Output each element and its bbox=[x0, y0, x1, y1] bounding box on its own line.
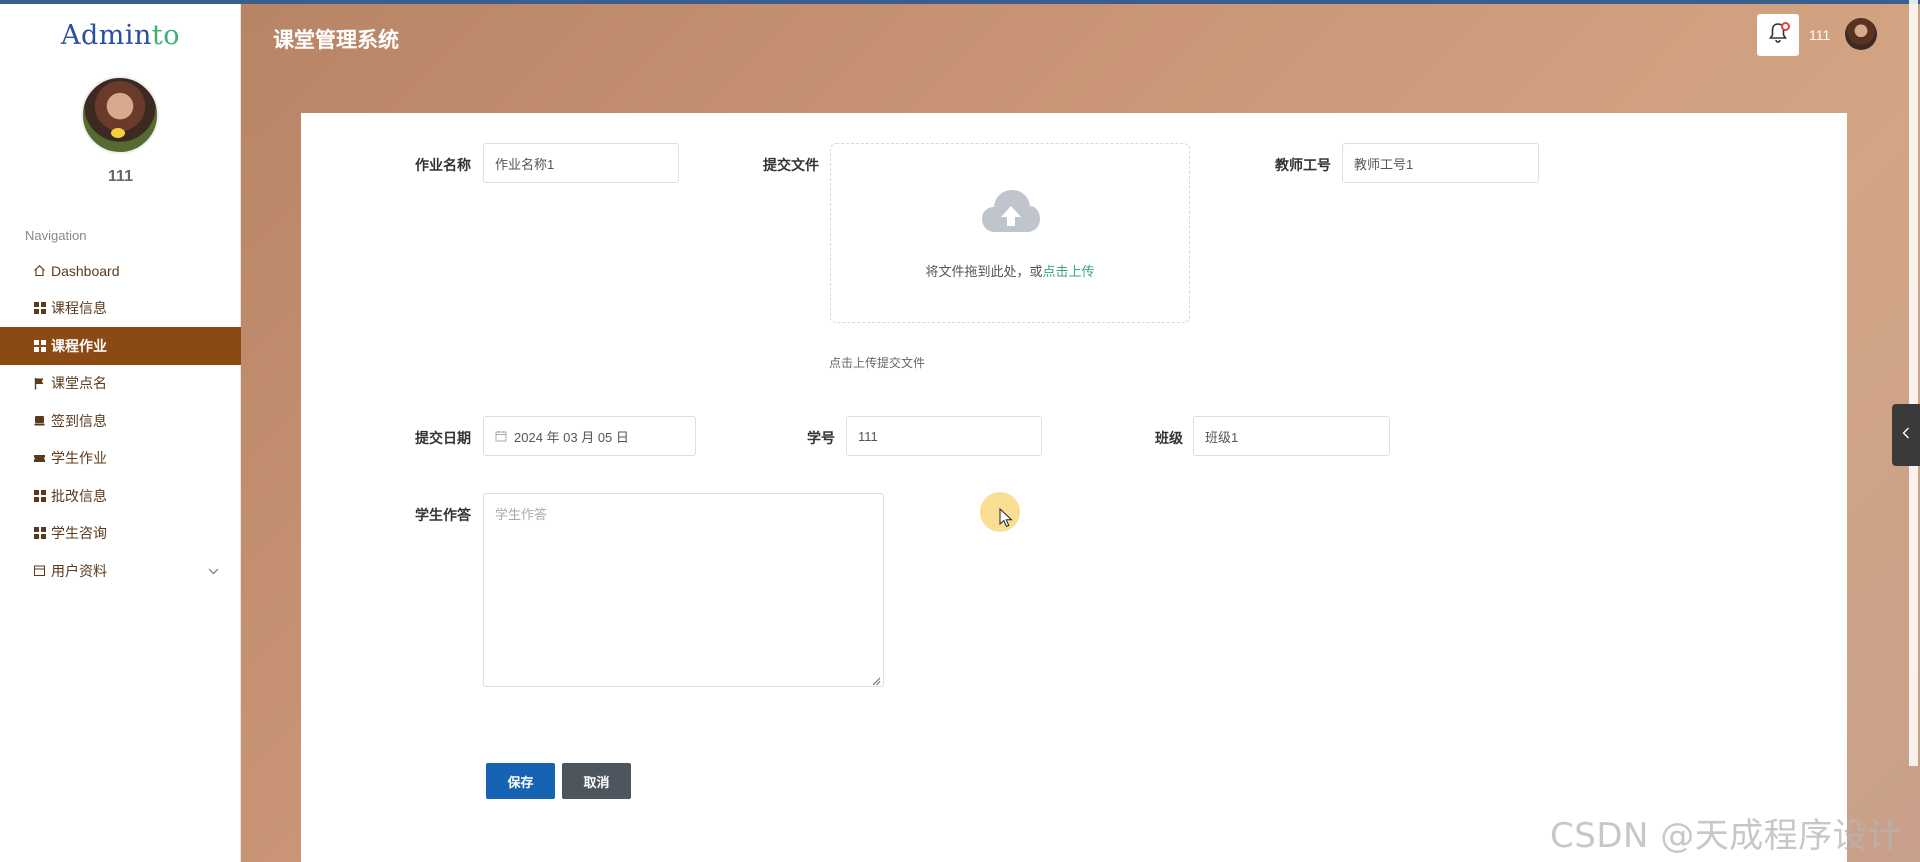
form-card: 作业名称 作业名称1 提交文件 将文件拖到此处，或点击上传 点击上传提交文件 教… bbox=[301, 113, 1847, 862]
sidebar-item-label: 用户资料 bbox=[51, 562, 107, 579]
homework-name-input[interactable]: 作业名称1 bbox=[483, 143, 679, 183]
chevron-left-icon bbox=[1902, 426, 1910, 444]
sidebar-avatar bbox=[81, 76, 159, 154]
grid-icon bbox=[33, 489, 46, 502]
student-no-label: 学号 bbox=[807, 430, 835, 446]
sidebar-item-label: 课程作业 bbox=[51, 337, 107, 354]
sidebar-item-label: 签到信息 bbox=[51, 412, 107, 429]
right-panel-toggle[interactable] bbox=[1892, 404, 1920, 466]
sidebar-item-student-consult[interactable]: 学生咨询 bbox=[0, 515, 241, 553]
grid-icon bbox=[33, 339, 46, 352]
header-username[interactable]: 111 bbox=[1809, 27, 1830, 43]
inbox-icon bbox=[33, 414, 46, 427]
student-answer-label: 学生作答 bbox=[415, 507, 471, 523]
student-answer-placeholder: 学生作答 bbox=[495, 507, 548, 522]
click-upload-link[interactable]: 点击上传 bbox=[1043, 264, 1095, 279]
sidebar-item-grading[interactable]: 批改信息 bbox=[0, 477, 241, 515]
sidebar-item-label: 学生作业 bbox=[51, 450, 107, 467]
page-title: 课堂管理系统 bbox=[273, 29, 399, 52]
upload-instruction: 将文件拖到此处，或点击上传 bbox=[925, 264, 1095, 279]
sidebar: Adminto 111 Navigation Dashboard 课程信息 课程… bbox=[0, 4, 241, 862]
sidebar-item-user-profile[interactable]: 用户资料 bbox=[0, 552, 241, 590]
class-label: 班级 bbox=[1155, 430, 1183, 446]
sidebar-item-label: 学生咨询 bbox=[51, 525, 107, 542]
nav-heading: Navigation bbox=[25, 228, 87, 243]
sidebar-item-label: Dashboard bbox=[51, 262, 120, 279]
chevron-down-icon[interactable] bbox=[208, 564, 219, 578]
sidebar-username: 111 bbox=[108, 168, 133, 185]
calendar-icon bbox=[495, 430, 507, 442]
grid-icon bbox=[33, 302, 46, 315]
upload-hint: 点击上传提交文件 bbox=[829, 356, 926, 370]
mouse-pointer-icon bbox=[999, 507, 1013, 533]
submit-date-value: 2024 年 03 月 05 日 bbox=[514, 429, 629, 445]
sidebar-item-course-homework[interactable]: 课程作业 bbox=[0, 327, 241, 365]
sidebar-item-dashboard[interactable]: Dashboard bbox=[0, 252, 241, 290]
sidebar-item-sign-in[interactable]: 签到信息 bbox=[0, 402, 241, 440]
cancel-button[interactable]: 取消 bbox=[562, 763, 631, 799]
header-avatar[interactable] bbox=[1845, 18, 1877, 50]
resize-handle-icon[interactable] bbox=[871, 674, 881, 686]
app-logo[interactable]: Adminto bbox=[0, 20, 241, 51]
sidebar-nav: Dashboard 课程信息 课程作业 课堂点名 签到信息 学生作业 批改信息 … bbox=[0, 252, 241, 590]
sidebar-item-roll-call[interactable]: 课堂点名 bbox=[0, 365, 241, 403]
home-icon bbox=[33, 264, 46, 277]
notification-dot bbox=[1781, 22, 1790, 31]
sidebar-item-label: 课程信息 bbox=[51, 300, 107, 317]
teacher-id-input[interactable]: 教师工号1 bbox=[1342, 143, 1539, 183]
sidebar-item-course-info[interactable]: 课程信息 bbox=[0, 290, 241, 328]
calendar-icon bbox=[33, 564, 46, 577]
notification-button[interactable] bbox=[1757, 14, 1799, 56]
sidebar-item-label: 批改信息 bbox=[51, 487, 107, 504]
submit-date-picker[interactable]: 2024 年 03 月 05 日 bbox=[483, 416, 696, 456]
page-scrollbar[interactable] bbox=[1909, 0, 1918, 766]
teacher-id-label: 教师工号 bbox=[1275, 157, 1331, 173]
save-button[interactable]: 保存 bbox=[486, 763, 555, 799]
class-input[interactable]: 班级1 bbox=[1193, 416, 1390, 456]
ticket-icon bbox=[33, 452, 46, 465]
homework-name-label: 作业名称 bbox=[415, 157, 471, 173]
grid-icon bbox=[33, 527, 46, 540]
cloud-upload-icon bbox=[981, 188, 1041, 239]
submit-date-label: 提交日期 bbox=[415, 430, 471, 446]
flag-icon bbox=[33, 377, 46, 390]
file-upload-dropzone[interactable]: 将文件拖到此处，或点击上传 bbox=[830, 143, 1190, 323]
student-answer-textarea[interactable]: 学生作答 bbox=[483, 493, 884, 687]
student-no-input[interactable]: 111 bbox=[846, 416, 1042, 456]
sidebar-item-student-homework[interactable]: 学生作业 bbox=[0, 440, 241, 478]
sidebar-item-label: 课堂点名 bbox=[51, 375, 107, 392]
submit-file-label: 提交文件 bbox=[763, 157, 819, 173]
watermark: CSDN @天成程序设计 bbox=[1550, 816, 1902, 856]
